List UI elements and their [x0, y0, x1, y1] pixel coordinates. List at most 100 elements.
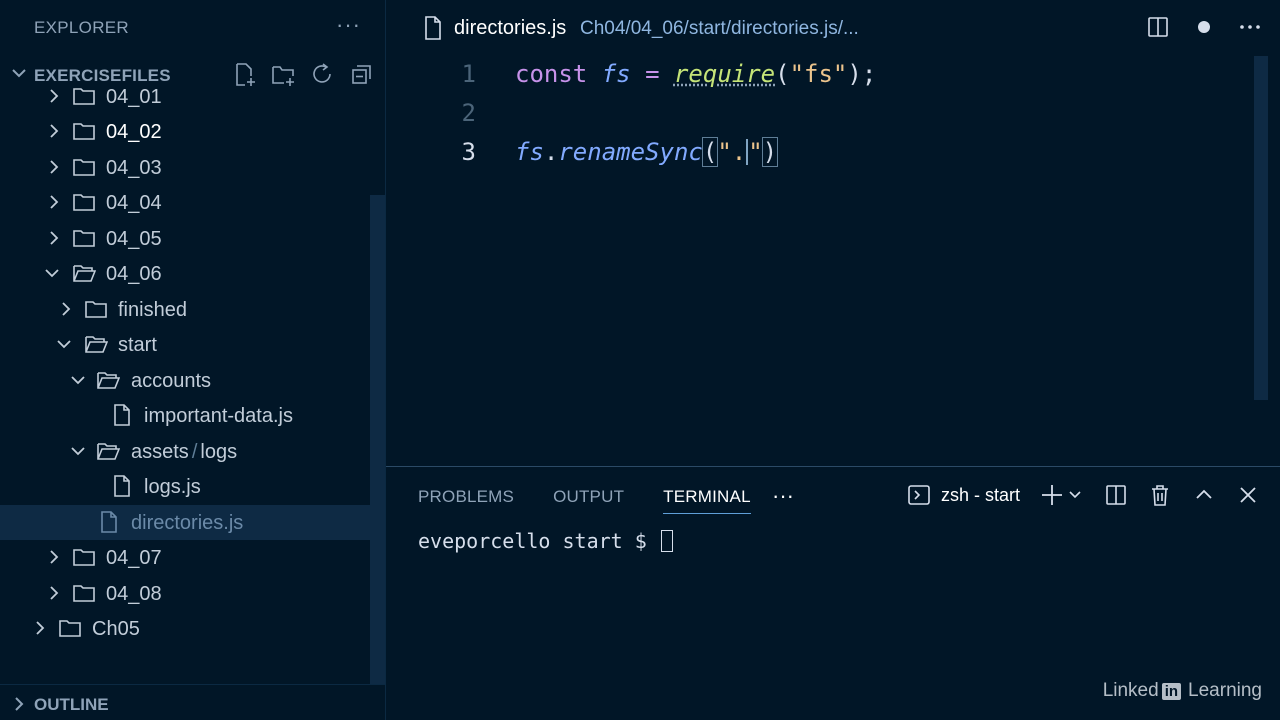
folder-icon: [73, 159, 95, 176]
code-line-2: 2: [386, 95, 1256, 133]
chevron-right-icon: [15, 697, 24, 711]
terminal-icon: [907, 483, 931, 507]
folder-icon: [73, 585, 95, 602]
tree-item-label: logs.js: [144, 476, 201, 498]
folder-icon: [73, 230, 95, 247]
tree-item-04_07[interactable]: 04_07: [0, 540, 370, 575]
tree-item-label: 04_07: [106, 547, 162, 569]
tree-item-04_02[interactable]: 04_02: [0, 114, 370, 149]
tree-item-label: Ch05: [92, 618, 140, 640]
terminal-selector[interactable]: zsh - start: [907, 483, 1020, 507]
tree-item-04_05[interactable]: 04_05: [0, 221, 370, 256]
tree-item-label-part: assets: [131, 441, 189, 463]
tree-item-label: accounts: [131, 370, 212, 392]
chevron-right-icon: [50, 550, 59, 564]
tree-item-label: finished: [118, 299, 187, 321]
terminal-output[interactable]: eveporcello start $: [418, 529, 673, 553]
split-editor-icon[interactable]: [1146, 15, 1170, 39]
logo-text: Linked: [1102, 680, 1159, 701]
tree-item-04_01[interactable]: 04_01: [0, 80, 370, 114]
terminal-cursor: [660, 530, 673, 552]
file-icon: [425, 16, 441, 40]
tree-item-finished[interactable]: finished: [0, 292, 370, 327]
chevron-right-icon: [36, 621, 45, 635]
folder-icon: [59, 620, 81, 637]
tree-item-04_04[interactable]: 04_04: [0, 185, 370, 220]
editor-breadcrumb-path[interactable]: Ch04/04_06/start/directories.js/...: [580, 18, 859, 40]
path-separator: /: [191, 441, 198, 463]
editor-actions: [1146, 15, 1262, 39]
tree-item-label: 04_06: [106, 263, 162, 285]
terminal-name: zsh - start: [940, 484, 1020, 505]
chevron-right-icon: [50, 124, 59, 138]
file-icon: [101, 511, 117, 533]
tree-item-label: 04_03: [106, 157, 162, 179]
tree-item-ch05[interactable]: Ch05: [0, 611, 370, 646]
folder-open-icon: [97, 372, 120, 389]
panel-more-icon[interactable]: ···: [772, 483, 794, 509]
tree-item-04_08[interactable]: 04_08: [0, 576, 370, 611]
sidebar-scrollbar[interactable]: [370, 195, 385, 685]
tree-item-label: 04_05: [106, 228, 162, 250]
editor-scrollbar[interactable]: [1254, 56, 1268, 400]
more-actions-icon[interactable]: [1238, 15, 1262, 39]
code-text: const fs = require("fs");: [515, 60, 877, 88]
chevron-down-icon: [71, 376, 85, 385]
chevron-right-icon: [50, 160, 59, 174]
split-terminal-icon[interactable]: [1104, 483, 1128, 507]
tree-item-04_06[interactable]: 04_06: [0, 256, 370, 291]
file-tree: 04_01 04_02 04_03 04_04 04_05 04_06 fini…: [0, 80, 370, 680]
tree-item-start[interactable]: start: [0, 327, 370, 362]
chevron-right-icon: [50, 231, 59, 245]
tree-item-04_03[interactable]: 04_03: [0, 150, 370, 185]
chevron-right-icon: [50, 195, 59, 209]
chevron-down-icon: [57, 340, 71, 349]
logo-text: Learning: [1188, 680, 1262, 701]
editor-tab-bar: directories.js Ch04/04_06/start/director…: [386, 0, 1280, 56]
tree-item-label: assets / logs: [131, 441, 237, 464]
folder-icon: [73, 194, 95, 211]
folder-icon: [73, 549, 95, 566]
chevron-right-icon: [62, 302, 71, 316]
file-icon: [114, 475, 130, 497]
file-icon: [114, 404, 130, 426]
close-icon[interactable]: [1236, 483, 1260, 507]
code-line-1: 1 const fs = require("fs");: [386, 56, 1256, 94]
folder-open-icon: [97, 443, 120, 460]
new-terminal-icon[interactable]: [1040, 483, 1084, 507]
chevron-right-icon: [50, 586, 59, 600]
tree-item-logs-js[interactable]: logs.js: [0, 469, 370, 504]
tree-item-label: important-data.js: [144, 405, 293, 427]
tab-output[interactable]: OUTPUT: [553, 487, 624, 514]
tree-item-directories-js[interactable]: directories.js: [0, 505, 370, 540]
code-text: fs.renameSync("."): [515, 137, 779, 167]
tree-item-important-data-js[interactable]: important-data.js: [0, 398, 370, 433]
explorer-sidebar: EXPLORER ··· EXERCISEFILES 04_01 04_02 0…: [0, 0, 386, 720]
explorer-title: EXPLORER: [34, 18, 129, 37]
chevron-down-icon: [45, 269, 59, 278]
folder-icon: [73, 123, 95, 140]
tree-item-accounts[interactable]: accounts: [0, 363, 370, 398]
logo-badge: in: [1161, 682, 1182, 700]
tab-problems[interactable]: PROBLEMS: [418, 487, 514, 514]
chevron-up-icon[interactable]: [1192, 483, 1216, 507]
terminal-prompt: eveporcello start $: [418, 529, 659, 553]
code-editor: directories.js Ch04/04_06/start/director…: [386, 0, 1280, 466]
outline-label: OUTLINE: [34, 695, 109, 714]
tree-item-label: 04_04: [106, 192, 162, 214]
trash-icon[interactable]: [1148, 483, 1172, 507]
folder-icon: [73, 88, 95, 105]
tree-item-label: 04_01: [106, 86, 162, 108]
code-area[interactable]: 1 const fs = require("fs"); 2 3 fs.renam…: [386, 56, 1256, 466]
tab-terminal[interactable]: TERMINAL: [663, 487, 751, 514]
code-line-3: 3 fs.renameSync("."): [386, 134, 1256, 172]
explorer-more-icon[interactable]: ···: [336, 12, 361, 38]
panel-tabs: PROBLEMS OUTPUT TERMINAL: [418, 487, 751, 514]
chevron-right-icon: [50, 89, 59, 103]
tree-item-assets-logs[interactable]: assets / logs: [0, 434, 370, 469]
folder-icon: [85, 301, 107, 318]
outline-section-header[interactable]: OUTLINE: [0, 684, 386, 720]
tree-item-label: 04_02: [106, 121, 162, 143]
editor-tab-filename[interactable]: directories.js: [454, 17, 566, 40]
unsaved-dot-icon[interactable]: [1192, 15, 1216, 39]
